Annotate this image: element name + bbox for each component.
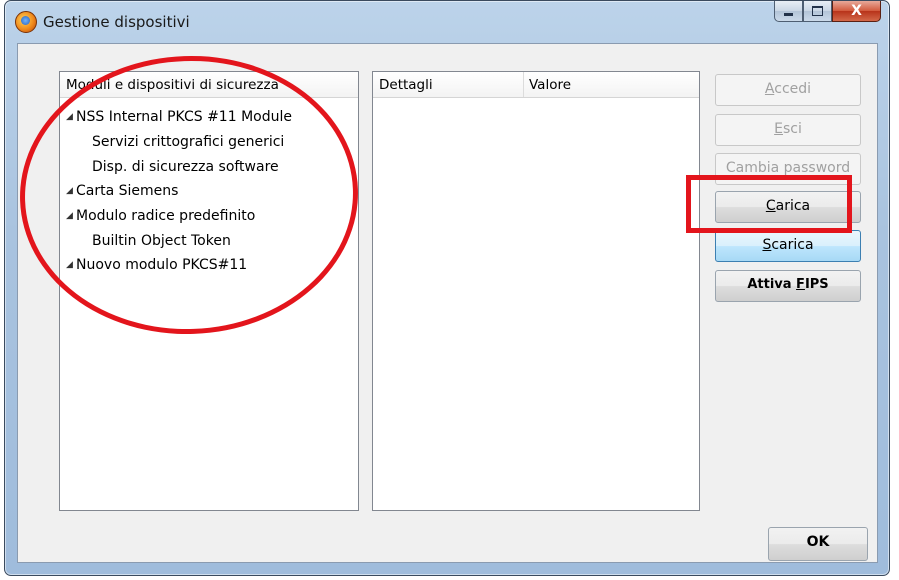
esci-button[interactable]: Esci (715, 114, 861, 146)
ok-button[interactable]: OK (768, 527, 868, 561)
tree-item-modulo-radice[interactable]: ◢ Modulo radice predefinito (66, 205, 255, 227)
tree-item-label: Nuovo modulo PKCS#11 (76, 257, 248, 273)
expand-arrow-icon[interactable]: ◢ (66, 254, 75, 276)
maximize-button[interactable] (803, 1, 832, 22)
ok-label: OK (806, 534, 830, 550)
tree-item-label: Disp. di sicurezza software (92, 159, 279, 175)
column-header-valore[interactable]: Valore (529, 77, 571, 93)
accedi-button[interactable]: Accedi (715, 74, 861, 106)
minimize-icon (784, 12, 793, 16)
tree-item-label: NSS Internal PKCS #11 Module (76, 109, 292, 125)
window-title: Gestione dispositivi (43, 13, 190, 31)
scarica-label-rest: carica (771, 237, 814, 253)
caption-buttons: X (774, 1, 881, 23)
expand-arrow-icon[interactable]: ◢ (66, 180, 75, 202)
firefox-icon (15, 11, 37, 33)
dialog-content: Moduli e dispositivi di sicurezza ◢ NSS I… (17, 43, 878, 563)
attiva-fips-button[interactable]: Attiva FIPS (715, 270, 861, 302)
minimize-button[interactable] (774, 1, 803, 22)
details-column-header: Dettagli Valore (373, 72, 699, 98)
close-icon: X (851, 3, 862, 19)
carica-button[interactable]: Carica (715, 191, 861, 223)
tree-column-header[interactable]: Moduli e dispositivi di sicurezza (60, 72, 358, 98)
esci-label-rest: sci (782, 121, 802, 137)
modules-tree[interactable]: Moduli e dispositivi di sicurezza ◢ NSS I… (59, 71, 359, 511)
accedi-label-rest: ccedi (774, 81, 812, 97)
tree-item-disp-sicurezza[interactable]: Disp. di sicurezza software (92, 156, 279, 178)
maximize-icon (812, 6, 823, 16)
tree-item-nss-internal[interactable]: ◢ NSS Internal PKCS #11 Module (66, 106, 292, 128)
close-button[interactable]: X (832, 1, 881, 22)
carica-label-rest: arica (775, 198, 811, 214)
column-header-dettagli[interactable]: Dettagli (379, 77, 433, 93)
attiva-fips-prefix: Attiva (747, 277, 797, 292)
expand-arrow-icon[interactable]: ◢ (66, 205, 75, 227)
scarica-button[interactable]: Scarica (715, 230, 861, 262)
details-list[interactable]: Dettagli Valore (372, 71, 700, 511)
tree-header-label: Moduli e dispositivi di sicurezza (66, 77, 279, 93)
tree-item-label: Carta Siemens (76, 183, 179, 199)
column-separator[interactable] (523, 72, 524, 97)
expand-arrow-icon[interactable]: ◢ (66, 106, 75, 128)
tree-item-servizi-crittografici[interactable]: Servizi crittografici generici (92, 131, 284, 153)
tree-item-label: Modulo radice predefinito (76, 208, 256, 224)
dialog-window: Gestione dispositivi X Moduli e disposit… (4, 0, 890, 576)
tree-item-carta-siemens[interactable]: ◢ Carta Siemens (66, 180, 178, 202)
scarica-accesskey: S (762, 237, 772, 253)
tree-item-label: Servizi crittografici generici (92, 134, 285, 150)
attiva-fips-rest: IPS (804, 277, 829, 292)
title-bar[interactable]: Gestione dispositivi X (5, 1, 889, 41)
cambia-password-label: Cambia password (725, 160, 851, 176)
tree-item-builtin-object-token[interactable]: Builtin Object Token (92, 230, 231, 252)
tree-item-label: Builtin Object Token (92, 233, 231, 249)
accedi-accesskey: A (764, 81, 775, 97)
cambia-password-button[interactable]: Cambia password (715, 153, 861, 185)
esci-accesskey: E (774, 121, 783, 137)
carica-accesskey: C (765, 198, 776, 214)
tree-item-nuovo-modulo[interactable]: ◢ Nuovo modulo PKCS#11 (66, 254, 247, 276)
attiva-fips-accesskey: F (796, 277, 805, 292)
